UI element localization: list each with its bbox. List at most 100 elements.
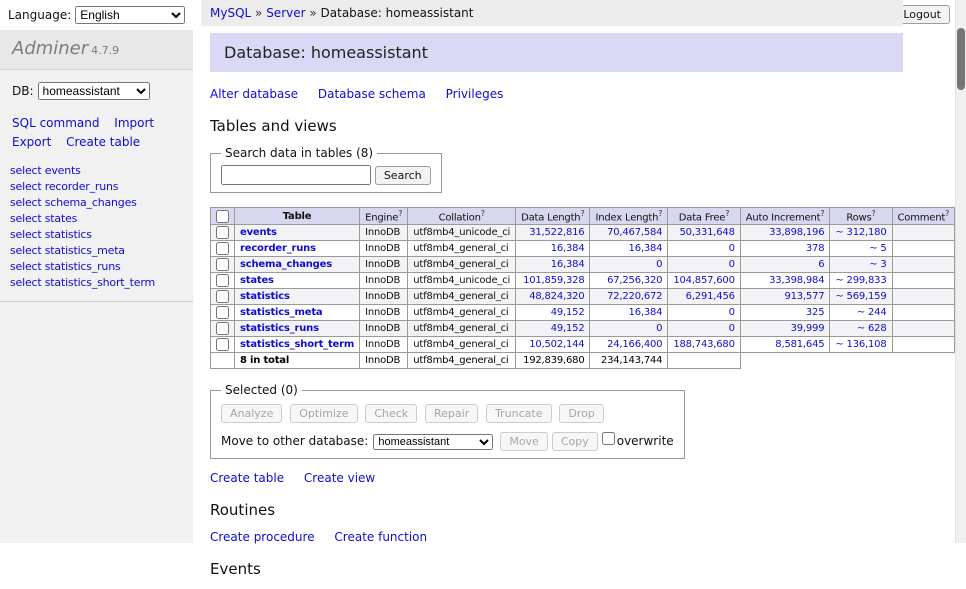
link-create-view[interactable]: Create view	[304, 471, 375, 485]
auto-increment-link[interactable]: 6	[818, 259, 824, 270]
data-free-link[interactable]: 104,857,600	[673, 275, 734, 286]
rows-link[interactable]: ~ 299,833	[835, 275, 886, 286]
sidebar-table-link-states[interactable]: states	[45, 212, 77, 225]
select-all-checkbox[interactable]	[216, 210, 229, 223]
row-checkbox[interactable]	[216, 274, 229, 287]
button-repair[interactable]: Repair	[425, 404, 478, 423]
rows-link[interactable]: ~ 3	[869, 259, 886, 270]
link-create-function[interactable]: Create function	[334, 530, 427, 544]
index-length-link[interactable]: 16,384	[629, 307, 663, 318]
sidebar-table-link-recorder-runs[interactable]: recorder_runs	[45, 180, 119, 193]
button-drop[interactable]: Drop	[559, 404, 603, 423]
rows-link[interactable]: ~ 5	[869, 243, 886, 254]
data-length-link[interactable]: 48,824,320	[529, 291, 584, 302]
help-link[interactable]: ?	[872, 209, 876, 218]
auto-increment-link[interactable]: 378	[806, 243, 825, 254]
index-length-link[interactable]: 24,166,400	[607, 339, 662, 350]
vertical-scrollbar[interactable]	[955, 0, 966, 543]
sidebar-select-link-statistics[interactable]: select	[10, 228, 41, 241]
rows-link[interactable]: ~ 136,108	[835, 339, 886, 350]
sidebar-table-link-statistics-meta[interactable]: statistics_meta	[45, 244, 125, 257]
index-length-link[interactable]: 72,220,672	[607, 291, 662, 302]
button-truncate[interactable]: Truncate	[486, 404, 551, 423]
sidebar-link-create-table[interactable]: Create table	[66, 135, 140, 149]
breadcrumb-link-mysql[interactable]: MySQL	[210, 6, 251, 20]
rows-link[interactable]: ~ 628	[857, 323, 887, 334]
sidebar-table-link-statistics-short-term[interactable]: statistics_short_term	[45, 276, 155, 289]
data-free-link[interactable]: 0	[729, 323, 735, 334]
table-link-statistics-meta[interactable]: statistics_meta	[240, 307, 322, 318]
index-length-link[interactable]: 70,467,584	[607, 227, 662, 238]
help-link[interactable]: ?	[820, 209, 824, 218]
sidebar-select-link-states[interactable]: select	[10, 212, 41, 225]
search-button[interactable]: Search	[375, 166, 431, 185]
sidebar-select-link-recorder-runs[interactable]: select	[10, 180, 41, 193]
overwrite-checkbox[interactable]	[602, 432, 615, 445]
row-checkbox[interactable]	[216, 322, 229, 335]
index-length-link[interactable]: 0	[656, 259, 662, 270]
data-length-link[interactable]: 31,522,816	[529, 227, 584, 238]
sidebar-select-link-schema-changes[interactable]: select	[10, 196, 41, 209]
sidebar-select-link-statistics-short-term[interactable]: select	[10, 276, 41, 289]
help-link[interactable]: ?	[725, 209, 729, 218]
table-link-statistics-short-term[interactable]: statistics_short_term	[240, 339, 354, 350]
table-link-recorder-runs[interactable]: recorder_runs	[240, 243, 316, 254]
button-check[interactable]: Check	[365, 404, 417, 423]
search-input[interactable]	[221, 165, 371, 185]
data-length-link[interactable]: 10,502,144	[529, 339, 584, 350]
help-link[interactable]: ?	[398, 209, 402, 218]
auto-increment-link[interactable]: 33,898,196	[769, 227, 824, 238]
db-link-privileges[interactable]: Privileges	[446, 87, 504, 101]
sidebar-select-link-statistics-runs[interactable]: select	[10, 260, 41, 273]
help-link[interactable]: ?	[580, 209, 584, 218]
data-length-link[interactable]: 16,384	[551, 259, 585, 270]
link-create-table[interactable]: Create table	[210, 471, 284, 485]
data-length-link[interactable]: 49,152	[551, 323, 585, 334]
db-link-database-schema[interactable]: Database schema	[318, 87, 426, 101]
auto-increment-link[interactable]: 8,581,645	[775, 339, 824, 350]
sidebar-table-link-statistics-runs[interactable]: statistics_runs	[45, 260, 121, 273]
breadcrumb-link-server[interactable]: Server	[266, 6, 305, 20]
help-link[interactable]: ?	[945, 209, 949, 218]
row-checkbox[interactable]	[216, 226, 229, 239]
index-length-link[interactable]: 0	[656, 323, 662, 334]
adminer-logo-link[interactable]: Adminer	[12, 38, 88, 59]
sidebar-table-link-statistics[interactable]: statistics	[45, 228, 92, 241]
row-checkbox[interactable]	[216, 306, 229, 319]
data-free-link[interactable]: 0	[729, 259, 735, 270]
db-select[interactable]: homeassistant	[38, 82, 150, 100]
button-analyze[interactable]: Analyze	[221, 404, 282, 423]
rows-link[interactable]: ~ 244	[857, 307, 887, 318]
sidebar-table-link-events[interactable]: events	[45, 164, 81, 177]
scrollbar-thumb[interactable]	[957, 28, 965, 90]
move-db-select[interactable]: homeassistant	[373, 434, 493, 450]
auto-increment-link[interactable]: 39,999	[791, 323, 825, 334]
link-create-procedure[interactable]: Create procedure	[210, 530, 315, 544]
sidebar-select-link-statistics-meta[interactable]: select	[10, 244, 41, 257]
row-checkbox[interactable]	[216, 242, 229, 255]
auto-increment-link[interactable]: 325	[806, 307, 825, 318]
sidebar-link-sql-command[interactable]: SQL command	[12, 116, 99, 130]
sidebar-select-link-events[interactable]: select	[10, 164, 41, 177]
rows-link[interactable]: ~ 312,180	[835, 227, 886, 238]
row-checkbox[interactable]	[216, 338, 229, 351]
data-length-link[interactable]: 49,152	[551, 307, 585, 318]
help-link[interactable]: ?	[481, 209, 485, 218]
db-link-alter-database[interactable]: Alter database	[210, 87, 298, 101]
sidebar-table-link-schema-changes[interactable]: schema_changes	[45, 196, 137, 209]
help-link[interactable]: ?	[658, 209, 662, 218]
index-length-link[interactable]: 16,384	[629, 243, 663, 254]
rows-link[interactable]: ~ 569,159	[835, 291, 886, 302]
row-checkbox[interactable]	[216, 290, 229, 303]
copy-button[interactable]: Copy	[552, 432, 598, 451]
table-link-statistics-runs[interactable]: statistics_runs	[240, 323, 319, 334]
index-length-link[interactable]: 67,256,320	[607, 275, 662, 286]
data-free-link[interactable]: 6,291,456	[686, 291, 735, 302]
move-button[interactable]: Move	[500, 432, 548, 451]
table-link-statistics[interactable]: statistics	[240, 291, 290, 302]
data-free-link[interactable]: 0	[729, 307, 735, 318]
button-optimize[interactable]: Optimize	[290, 404, 357, 423]
data-length-link[interactable]: 101,859,328	[523, 275, 584, 286]
table-link-schema-changes[interactable]: schema_changes	[240, 259, 332, 270]
data-length-link[interactable]: 16,384	[551, 243, 585, 254]
